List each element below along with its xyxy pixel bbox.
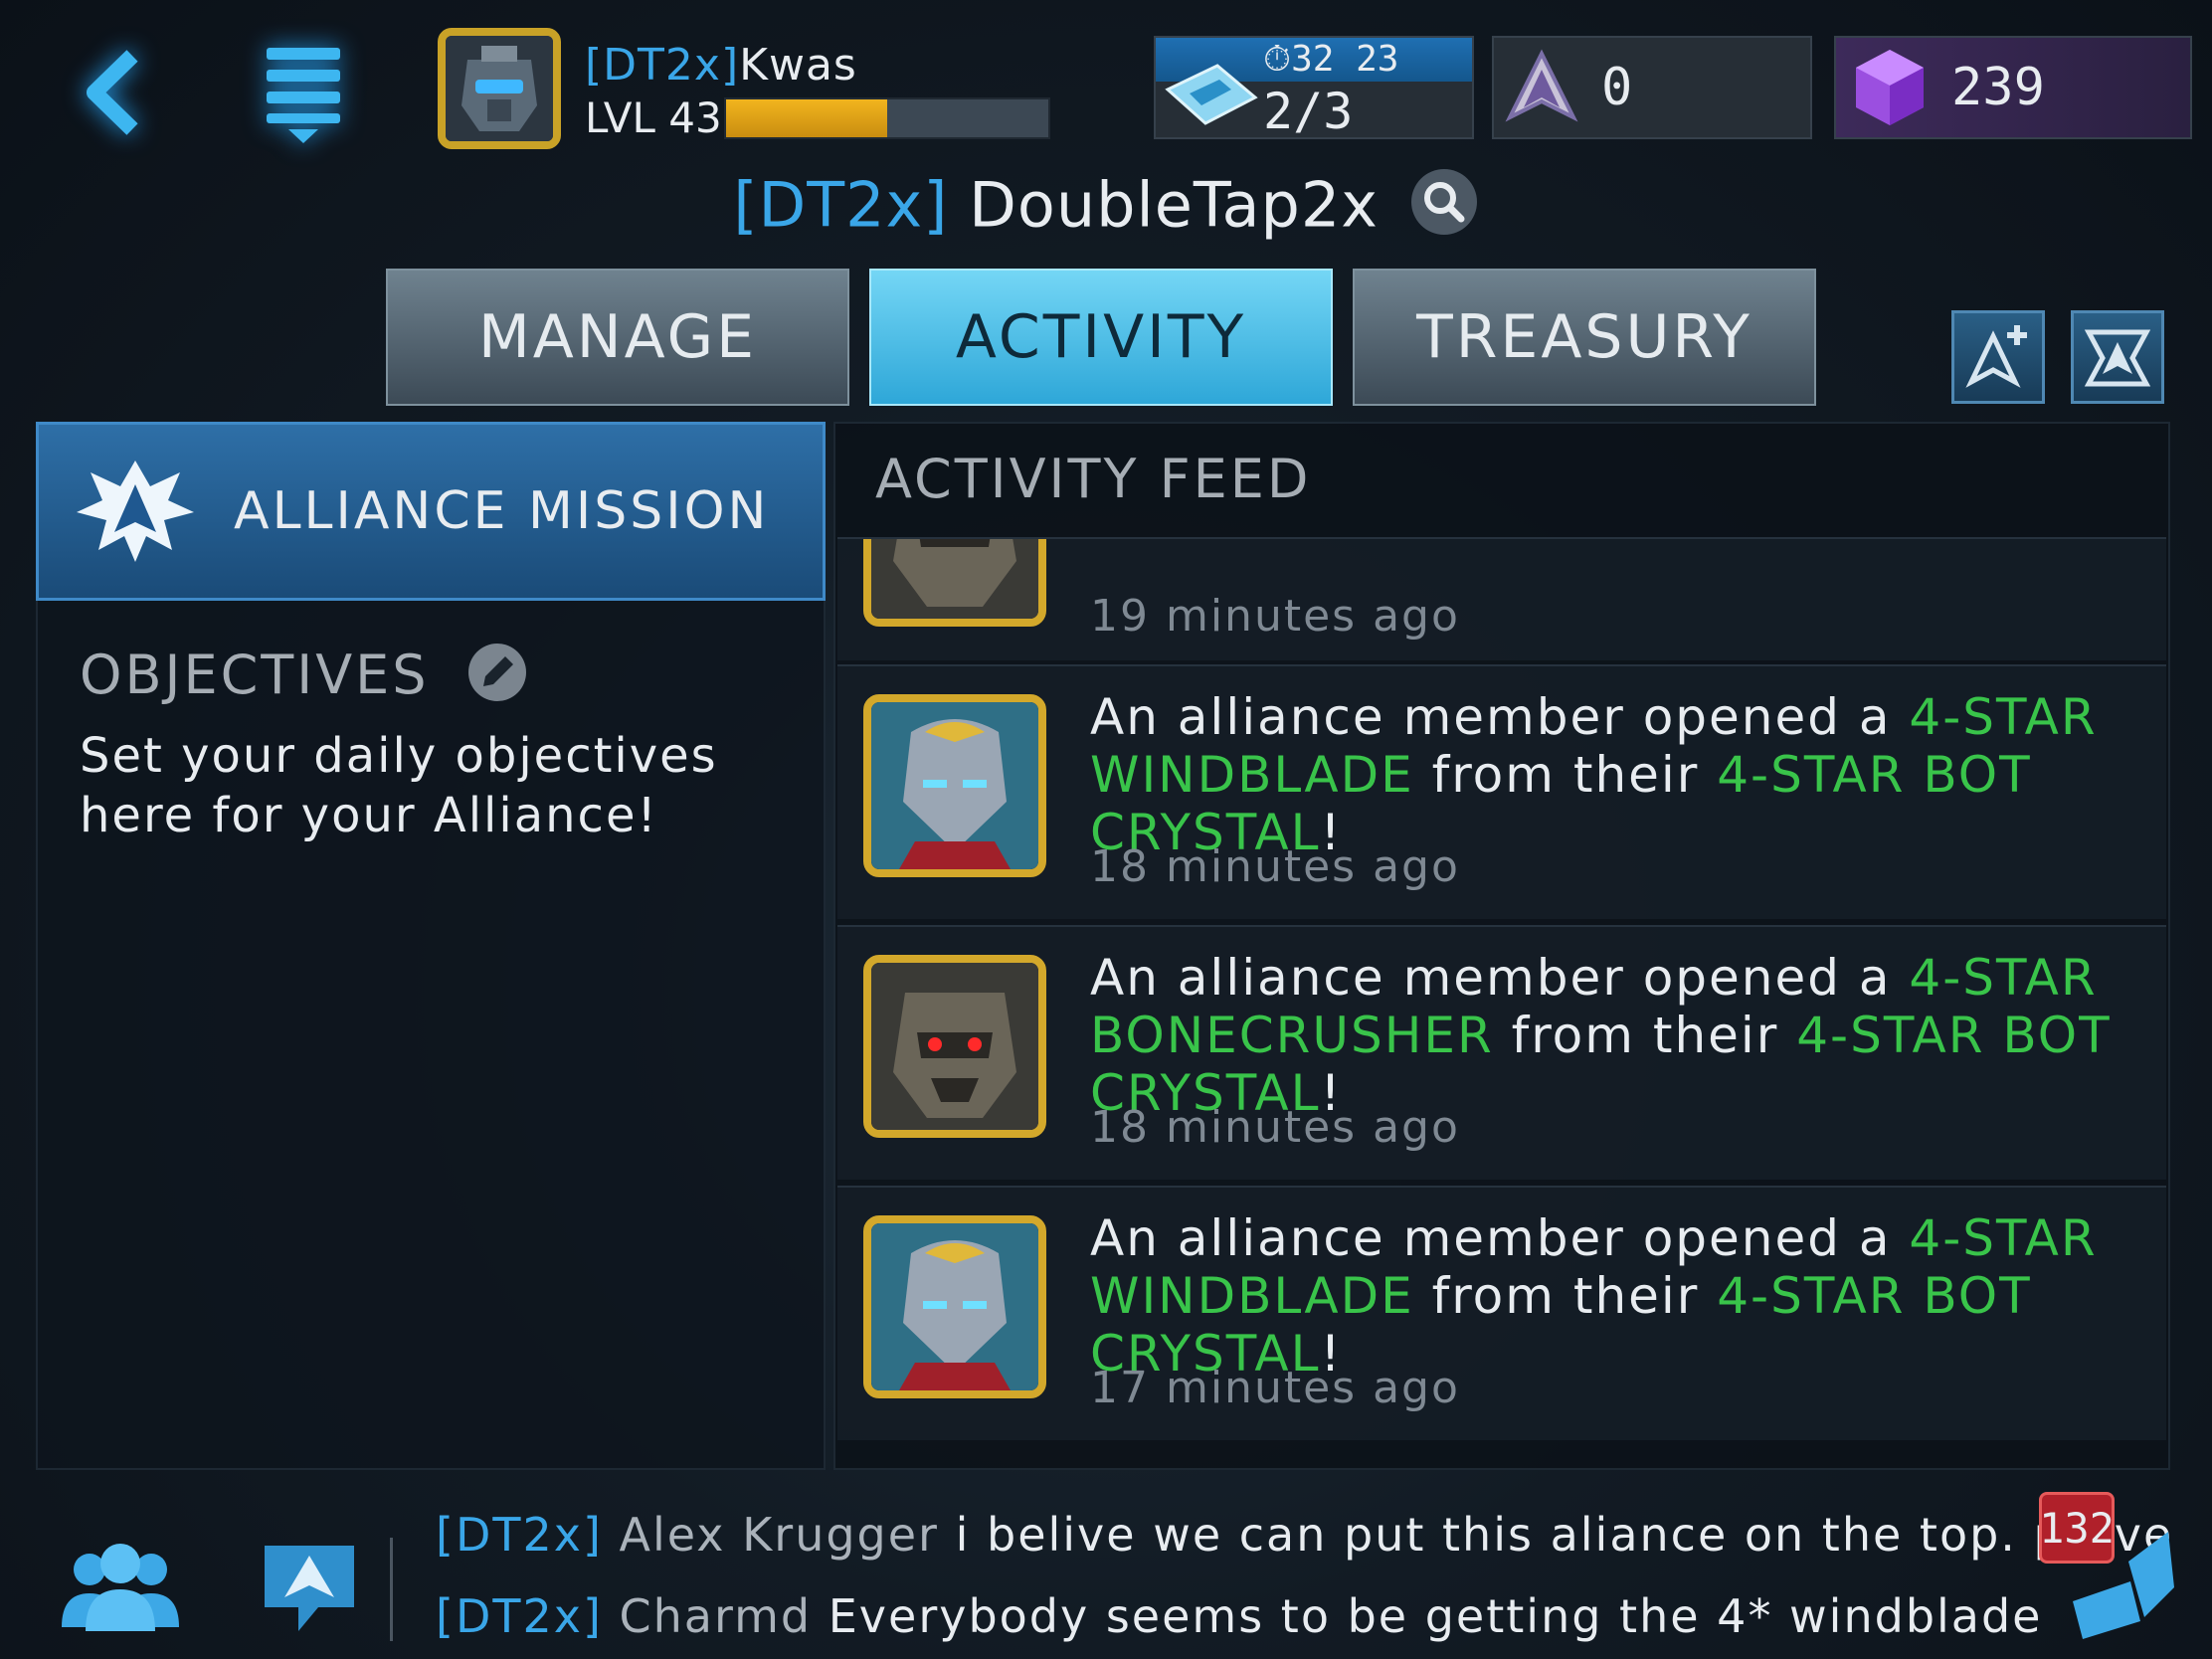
energy-display[interactable]: ⏱32 23 2/3 (1154, 36, 1474, 140)
alliance-tag: [DT2x] (733, 168, 949, 242)
chat-alliance-tag: [DT2x] (436, 1589, 603, 1643)
crystal-display[interactable]: 239 (1834, 36, 2192, 139)
unread-badge: 132 (2039, 1492, 2115, 1564)
alliance-points-value: 0 (1601, 58, 1633, 117)
members-button[interactable] (56, 1532, 185, 1641)
feed-time: 18 minutes ago (1090, 1102, 1460, 1153)
windblade-portrait-icon (871, 1223, 1038, 1390)
feed-message-middle: from their (1493, 1007, 1797, 1064)
feed-item[interactable]: An alliance member opened a 4-STAR WINDB… (837, 664, 2166, 919)
menu-icon (267, 48, 340, 143)
energy-count: 2/3 (1263, 83, 1354, 140)
feed-message: An alliance member opened a 4-STAR WINDB… (1090, 1209, 2144, 1382)
menu-button[interactable] (229, 18, 378, 167)
windblade-portrait-icon (871, 702, 1038, 869)
chat-divider (390, 1538, 393, 1641)
feed-item[interactable]: An alliance member opened a 4-STAR BONEC… (837, 925, 2166, 1180)
bonecrusher-portrait-icon (871, 963, 1038, 1130)
alliance-name: DoubleTap2x (969, 168, 1379, 242)
crystal-value: 239 (1951, 58, 2045, 117)
alliance-chat-icon (265, 1546, 354, 1631)
player-tag: [DT2x] (585, 40, 740, 91)
bonecrusher-portrait-icon (871, 539, 1038, 619)
alliance-title: [DT2x] DoubleTap2x (0, 167, 2212, 252)
chat-message: [DT2x] Alex Krugger i belive we can put … (436, 1508, 2173, 1562)
tab-activity[interactable]: ACTIVITY (869, 269, 1333, 406)
activity-feed-title: ACTIVITY FEED (875, 448, 1312, 510)
xp-bar-fill (726, 99, 887, 137)
alliance-points-display[interactable]: 0 (1492, 36, 1812, 139)
player-name: [DT2x]Kwas (585, 40, 857, 91)
search-button[interactable] (1409, 167, 1479, 252)
objectives-title-text: OBJECTIVES (80, 644, 430, 707)
player-level: LVL 43 (585, 93, 722, 142)
alliance-chat-button[interactable] (255, 1532, 364, 1641)
feed-time: 19 minutes ago (1090, 591, 1460, 642)
feed-message: An alliance member opened a 4-STAR BONEC… (1090, 949, 2144, 1122)
player-bot-portrait-icon (446, 36, 553, 141)
feed-message-prefix: An alliance member opened a (1090, 1209, 1910, 1267)
search-icon (1410, 169, 1477, 235)
alliance-points-icon (1505, 49, 1578, 122)
chat-text: i belive we can put this aliance on the … (938, 1508, 2174, 1562)
feed-item[interactable]: An alliance member opened a 4-STAR WINDB… (837, 1186, 2166, 1440)
chat-alliance-tag: [DT2x] (436, 1508, 603, 1562)
feed-message-prefix: An alliance member opened a (1090, 688, 1910, 746)
chat-text: Everybody seems to be getting the 4* win… (812, 1589, 2043, 1643)
add-alliance-button[interactable] (1951, 310, 2045, 404)
chat-message: [DT2x] Charmd Everybody seems to be gett… (436, 1589, 2042, 1643)
feed-avatar (863, 539, 1046, 627)
edit-objectives-button[interactable] (467, 643, 527, 715)
chat-author: Charmd (619, 1589, 813, 1643)
player-name-text: Kwas (739, 40, 857, 91)
xp-bar (724, 97, 1050, 139)
feed-message-prefix: An alliance member opened a (1090, 949, 1910, 1007)
feed-avatar (863, 1215, 1046, 1398)
alliance-emblem-button[interactable] (2071, 310, 2164, 404)
feed-time: 18 minutes ago (1090, 841, 1460, 892)
alliance-mission-label: ALLIANCE MISSION (234, 481, 770, 541)
tab-manage[interactable]: MANAGE (386, 269, 849, 406)
tab-treasury[interactable]: TREASURY (1353, 269, 1816, 406)
feed-message: An alliance member opened a 4-STAR WINDB… (1090, 688, 2144, 861)
crystal-icon (1856, 50, 1924, 125)
feed-avatar (863, 955, 1046, 1138)
mission-emblem-icon (77, 461, 194, 562)
objectives-title: OBJECTIVES (80, 643, 527, 715)
chat-author: Alex Krugger (619, 1508, 939, 1562)
add-alliance-icon (1965, 325, 2027, 388)
feed-time: 17 minutes ago (1090, 1363, 1460, 1413)
back-button[interactable] (40, 18, 189, 167)
edit-icon (467, 644, 526, 701)
alliance-emblem-icon (2084, 329, 2151, 387)
objectives-description: Set your daily objectives here for your … (80, 728, 718, 843)
members-icon (62, 1544, 179, 1631)
feed-message-middle: from their (1413, 1267, 1718, 1325)
energy-timer-value: 32 23 (1291, 39, 1399, 80)
feed-message-middle: from their (1413, 746, 1718, 804)
energy-card-icon (1165, 64, 1258, 125)
alliance-mission-button[interactable]: ALLIANCE MISSION (36, 422, 826, 601)
feed-item[interactable]: 19 minutes ago (837, 537, 2166, 660)
back-icon (87, 50, 138, 135)
player-avatar[interactable] (438, 28, 561, 149)
feed-avatar (863, 694, 1046, 877)
